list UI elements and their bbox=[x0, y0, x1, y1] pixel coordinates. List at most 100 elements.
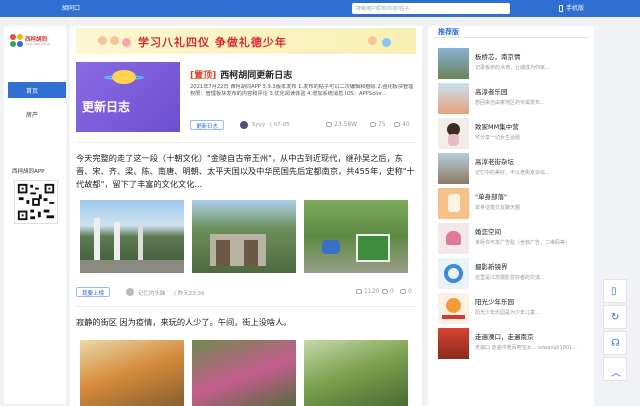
board-thumbnail bbox=[438, 293, 469, 324]
nav-item-property[interactable]: 房产 bbox=[8, 106, 66, 122]
post-text[interactable]: 寂静的街区 因为疫情，来玩的人少了。午间，街上没啥人。 bbox=[76, 316, 291, 328]
eye-icon bbox=[356, 289, 362, 294]
stone-pillar bbox=[138, 226, 143, 262]
gate-door bbox=[216, 240, 230, 266]
promo-banner[interactable]: 学习八礼四仪 争做礼德少年 bbox=[76, 28, 416, 54]
board-desc: 记忆中的美好，不以老街家杂坛... bbox=[475, 170, 550, 176]
divider bbox=[434, 37, 588, 38]
board-thumbnail bbox=[438, 188, 469, 219]
phone-icon bbox=[559, 5, 563, 12]
board-item[interactable]: 致家MM集中营 可分享一切女生话题 bbox=[438, 118, 590, 150]
post-photo[interactable] bbox=[304, 200, 408, 273]
board-name: 板桥芯，南京情 bbox=[475, 53, 521, 61]
board-item[interactable]: 摄影新镜界 这里是江苏摄影爱好者的交流... bbox=[438, 258, 590, 290]
back-to-top-button[interactable]: ︿ bbox=[603, 357, 627, 381]
board-thumbnail bbox=[438, 328, 469, 359]
comment-count[interactable]: 0 bbox=[382, 288, 394, 295]
post-photo[interactable] bbox=[192, 340, 296, 406]
post-photo[interactable] bbox=[80, 200, 184, 273]
stone-pillar bbox=[94, 218, 100, 264]
board-item[interactable]: 高淳老街杂坛 记忆中的美好，不以老街家杂坛... bbox=[438, 153, 590, 185]
divider bbox=[76, 306, 416, 307]
logo-subtext: www.xikehutong bbox=[25, 42, 50, 46]
comment-count[interactable]: 75 bbox=[370, 121, 386, 128]
board-desc: 阳光少年乐园是为少年儿童... bbox=[475, 310, 540, 316]
board-item[interactable]: 阳光少年乐园 阳光少年乐园是为少年儿童... bbox=[438, 293, 590, 325]
board-thumbnail bbox=[438, 153, 469, 184]
board-item[interactable]: "单身部落" 单身征婚交友聊天圈 bbox=[438, 188, 590, 220]
post-photo[interactable] bbox=[80, 340, 184, 406]
view-count: 23.58W bbox=[326, 121, 357, 128]
board-thumbnail bbox=[438, 48, 469, 79]
board-desc: 想回来自由家地区的专属发布... bbox=[475, 100, 545, 106]
post-photo[interactable] bbox=[304, 340, 408, 406]
search-input[interactable]: 搜索用户昵称/内容/帖子 bbox=[352, 3, 510, 14]
board-thumbnail bbox=[438, 223, 469, 254]
panel-title: 推荐版 bbox=[438, 28, 459, 36]
mobile-label: 手机版 bbox=[566, 5, 585, 12]
phone-icon: ▯ bbox=[611, 286, 617, 297]
refresh-button[interactable]: ↻ bbox=[603, 305, 627, 329]
board-desc: 这里是江苏摄影爱好者的交流... bbox=[475, 275, 545, 281]
board-name: 走遍溧口，走遍南京 bbox=[475, 333, 534, 341]
board-thumbnail bbox=[438, 258, 469, 289]
gate-door bbox=[244, 240, 258, 266]
comment-icon bbox=[382, 289, 388, 294]
nav-item-home[interactable]: 首页 bbox=[8, 82, 66, 98]
like-count[interactable]: 0 bbox=[400, 288, 412, 295]
eye-icon bbox=[326, 122, 332, 127]
mobile-view-button[interactable]: ▯ bbox=[603, 279, 627, 303]
view-count: 1120 bbox=[356, 288, 379, 295]
author-name[interactable]: 记忆的头脑 bbox=[138, 289, 166, 297]
board-item[interactable]: 婚恋空间 未经许可发广告贴（含软广告，二维码等） bbox=[438, 223, 590, 255]
chevron-up-icon: ︿ bbox=[611, 368, 621, 379]
scooter bbox=[322, 240, 340, 254]
category-badge[interactable]: 我要上榜 bbox=[76, 287, 111, 297]
thumbs-up-icon bbox=[400, 289, 406, 294]
refresh-icon: ↻ bbox=[611, 312, 620, 323]
avatar[interactable] bbox=[126, 288, 134, 296]
pinned-title-text: 西柯胡同更新日志 bbox=[220, 71, 293, 81]
customer-service-button[interactable]: ☊ bbox=[603, 331, 627, 355]
post-text[interactable]: 今天完整的走了这一段（十朝文化）"金陵自古帝王州"，从中古到近现代，继孙吴之后，… bbox=[76, 152, 418, 191]
avatar[interactable] bbox=[240, 121, 248, 129]
board-desc: 可分享一切女生话题 bbox=[475, 135, 521, 141]
board-name: "单身部落" bbox=[475, 193, 507, 201]
pinned-tag: [置顶] bbox=[190, 71, 217, 81]
post-feed: 学习八礼四仪 争做礼德少年 更新日志 [置顶] 西柯胡同更新日志 2021年7月2… bbox=[70, 26, 422, 406]
author-name[interactable]: Syyy bbox=[252, 122, 265, 128]
site-logo[interactable]: 西柯胡同 www.xikehutong bbox=[10, 34, 60, 48]
like-count[interactable]: 40 bbox=[394, 121, 410, 128]
board-name: 高淳老街杂坛 bbox=[475, 158, 514, 166]
board-name: 阳光少年乐园 bbox=[475, 298, 514, 306]
child-figure-icon bbox=[122, 38, 131, 47]
category-badge[interactable]: 更新日志 bbox=[190, 120, 225, 130]
path bbox=[80, 260, 184, 273]
location-link[interactable]: 胡同口 bbox=[62, 3, 80, 12]
post-photo[interactable] bbox=[192, 200, 296, 273]
child-figure-icon bbox=[382, 38, 391, 47]
stone-pillar bbox=[114, 222, 120, 264]
pinned-post-title[interactable]: [置顶] 西柯胡同更新日志 bbox=[190, 68, 292, 81]
board-desc: 走遍口 走遍中老百吧宝太... szwangli1001... bbox=[475, 345, 577, 351]
recommended-boards-panel: 推荐版 板桥芯，南京情 记录板桥的点滴，让城成为你家... 高淳者乐园 想回来自… bbox=[428, 26, 594, 406]
comment-icon bbox=[370, 122, 376, 127]
pinned-post-thumbnail[interactable]: 更新日志 bbox=[76, 62, 180, 132]
qr-code-image bbox=[14, 180, 58, 224]
post-date: | 昨天23:36 bbox=[174, 291, 205, 297]
board-item[interactable]: 板桥芯，南京情 记录板桥的点滴，让城成为你家... bbox=[438, 48, 590, 80]
banner-text: 学习八礼四仪 争做礼德少年 bbox=[138, 36, 287, 49]
board-item[interactable]: 走遍溧口，走遍南京 走遍口 走遍中老百吧宝太... szwangli1001..… bbox=[438, 328, 590, 360]
sign-board bbox=[356, 234, 390, 262]
pinned-post-excerpt: 2021年7月22日 西柯胡同APP 3.9.3版本发布 1.发布的帖子可以二次… bbox=[190, 84, 414, 98]
mobile-version-link[interactable]: 手机版 bbox=[559, 3, 584, 12]
headset-icon: ☊ bbox=[611, 338, 620, 349]
board-thumbnail bbox=[438, 83, 469, 114]
board-item[interactable]: 高淳者乐园 想回来自由家地区的专属发布... bbox=[438, 83, 590, 115]
child-figure-icon bbox=[368, 36, 377, 45]
thumbs-up-icon bbox=[394, 122, 400, 127]
board-name: 致家MM集中营 bbox=[475, 123, 519, 131]
board-desc: 未经许可发广告贴（含软广告，二维码等） bbox=[475, 240, 571, 246]
board-name: 婚恋空间 bbox=[475, 228, 501, 236]
left-nav: 西柯胡同 www.xikehutong 首页 房产 西柯胡同APP bbox=[4, 26, 66, 404]
